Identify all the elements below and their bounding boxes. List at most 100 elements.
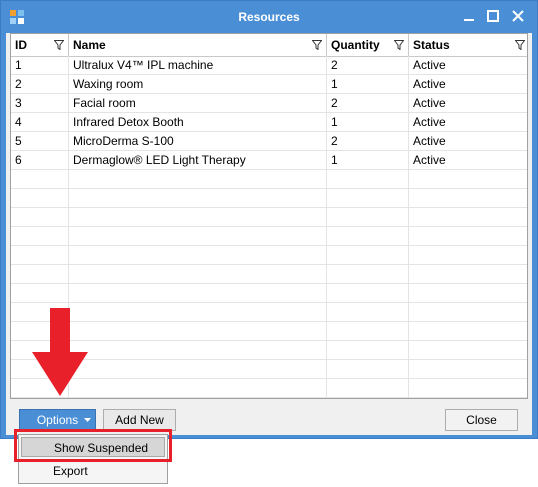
table-row <box>11 208 527 227</box>
menu-item-export[interactable]: Export <box>21 461 165 481</box>
options-button[interactable]: Options <box>19 409 96 431</box>
cell-status <box>409 246 527 265</box>
table-row[interactable]: 5 MicroDerma S-100 2 Active <box>11 132 527 151</box>
cell-status: Active <box>413 96 446 110</box>
filter-icon[interactable] <box>312 40 322 50</box>
cell-status: Active <box>413 77 446 91</box>
annotation-highlight-box <box>14 429 172 462</box>
cell-status <box>409 170 527 189</box>
column-header-name[interactable]: Name <box>69 34 327 56</box>
table-row <box>11 265 527 284</box>
cell-id <box>11 227 69 246</box>
cell-name: Waxing room <box>69 75 327 94</box>
cell-name <box>69 322 327 341</box>
cell-quantity: 2 <box>327 132 409 151</box>
table-row[interactable]: 3 Facial room 2 Active <box>11 94 527 113</box>
column-header-status[interactable]: Status <box>409 34 527 56</box>
cell-status <box>409 379 527 398</box>
cell-id: 4 <box>11 113 69 132</box>
menu-item-label: Export <box>53 464 88 478</box>
cell-name <box>69 360 327 379</box>
cell-status <box>409 360 527 379</box>
cell-id <box>11 208 69 227</box>
cell-status <box>409 322 527 341</box>
cell-status <box>409 284 527 303</box>
title-bar[interactable]: Resources <box>1 1 537 33</box>
cell-id <box>11 246 69 265</box>
cell-name: Dermaglow® LED Light Therapy <box>69 151 327 170</box>
cell-quantity <box>327 322 409 341</box>
cell-status <box>409 208 527 227</box>
cell-quantity <box>327 360 409 379</box>
cell-quantity <box>327 170 409 189</box>
cell-quantity <box>327 379 409 398</box>
close-label: Close <box>466 413 497 427</box>
cell-quantity <box>327 341 409 360</box>
cell-status: Active <box>413 115 446 129</box>
cell-id: 1 <box>11 56 69 75</box>
cell-id: 2 <box>11 75 69 94</box>
cell-quantity <box>327 208 409 227</box>
table-row <box>11 284 527 303</box>
cell-name <box>69 246 327 265</box>
cell-status: Active <box>413 58 446 72</box>
cell-status <box>409 265 527 284</box>
column-header-label: ID <box>15 38 27 52</box>
annotation-arrow-icon <box>32 308 88 396</box>
cell-name: Facial room <box>69 94 327 113</box>
cell-id <box>11 189 69 208</box>
cell-status <box>409 189 527 208</box>
cell-quantity <box>327 303 409 322</box>
column-header-id[interactable]: ID <box>11 34 69 56</box>
cell-status: Active <box>413 153 446 167</box>
cell-name <box>69 227 327 246</box>
cell-name <box>69 284 327 303</box>
table-row <box>11 227 527 246</box>
cell-quantity: 1 <box>327 113 409 132</box>
close-button[interactable]: Close <box>445 409 518 431</box>
cell-id <box>11 170 69 189</box>
cell-name <box>69 379 327 398</box>
table-row[interactable]: 6 Dermaglow® LED Light Therapy 1 Active <box>11 151 527 170</box>
cell-id: 6 <box>11 151 69 170</box>
cell-name <box>69 208 327 227</box>
close-icon[interactable] <box>506 6 530 28</box>
cell-quantity <box>327 189 409 208</box>
cell-quantity <box>327 265 409 284</box>
cell-id: 5 <box>11 132 69 151</box>
filter-icon[interactable] <box>394 40 404 50</box>
cell-quantity: 1 <box>327 151 409 170</box>
table-row <box>11 170 527 189</box>
cell-quantity: 2 <box>327 94 409 113</box>
minimize-icon[interactable] <box>457 6 481 28</box>
filter-icon[interactable] <box>515 40 525 50</box>
cell-name <box>69 170 327 189</box>
cell-quantity <box>327 246 409 265</box>
cell-name <box>69 303 327 322</box>
table-row[interactable]: 1 Ultralux V4™ IPL machine 2 Active <box>11 56 527 75</box>
add-new-button[interactable]: Add New <box>103 409 176 431</box>
chevron-down-icon <box>84 418 91 422</box>
maximize-icon[interactable] <box>481 6 505 28</box>
filter-icon[interactable] <box>54 40 64 50</box>
add-new-label: Add New <box>115 413 164 427</box>
grid-header: ID Name Quantity Status <box>11 34 527 57</box>
cell-name: Ultralux V4™ IPL machine <box>69 56 327 75</box>
column-header-quantity[interactable]: Quantity <box>327 34 409 56</box>
cell-id: 3 <box>11 94 69 113</box>
cell-id <box>11 284 69 303</box>
cell-quantity: 2 <box>327 56 409 75</box>
cell-status <box>409 227 527 246</box>
column-header-label: Quantity <box>331 38 380 52</box>
table-row <box>11 189 527 208</box>
cell-name <box>69 189 327 208</box>
cell-quantity: 1 <box>327 75 409 94</box>
table-row[interactable]: 4 Infrared Detox Booth 1 Active <box>11 113 527 132</box>
cell-status <box>409 303 527 322</box>
table-row[interactable]: 2 Waxing room 1 Active <box>11 75 527 94</box>
column-header-label: Status <box>413 38 450 52</box>
cell-status: Active <box>413 134 446 148</box>
cell-name: MicroDerma S-100 <box>69 132 327 151</box>
options-label: Options <box>36 413 79 427</box>
cell-name: Infrared Detox Booth <box>69 113 327 132</box>
